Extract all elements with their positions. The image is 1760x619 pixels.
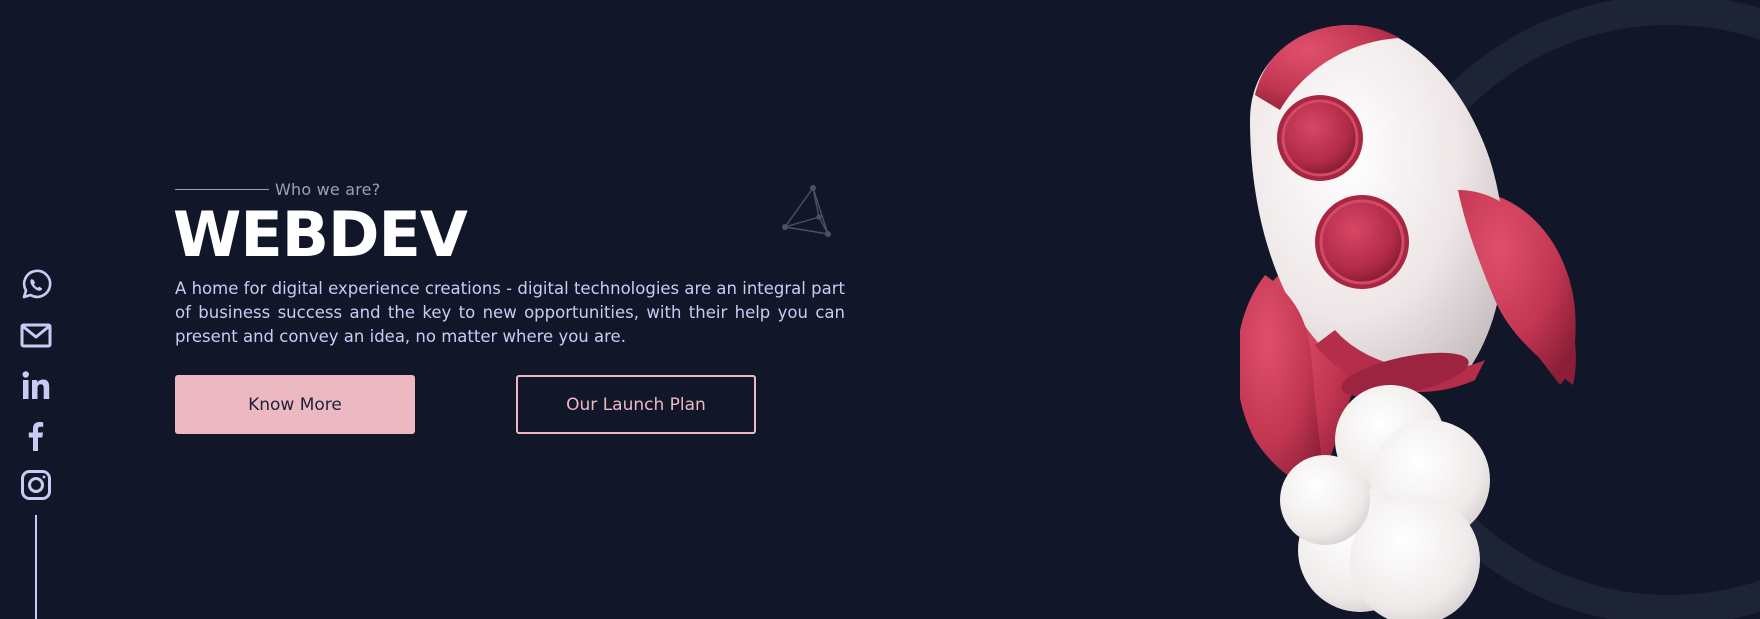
hero-section: Who we are? WEBDEV A home for digital ex…	[0, 0, 1760, 619]
whatsapp-link[interactable]	[19, 268, 53, 302]
instagram-icon	[21, 470, 51, 500]
pyramid-icon	[782, 185, 831, 237]
rocket-illustration	[1240, 0, 1760, 619]
social-divider-line	[35, 515, 37, 619]
mail-icon	[20, 323, 52, 348]
eyebrow-rule	[175, 189, 269, 190]
facebook-icon	[28, 422, 44, 451]
know-more-button[interactable]: Know More	[175, 375, 415, 434]
hero-title: WEBDEV	[173, 198, 468, 271]
instagram-link[interactable]	[19, 468, 53, 502]
social-sidebar	[18, 268, 54, 502]
launch-plan-button[interactable]: Our Launch Plan	[516, 375, 756, 434]
linkedin-link[interactable]	[19, 368, 53, 402]
hero-description: A home for digital experience creations …	[175, 279, 845, 346]
whatsapp-icon	[22, 269, 52, 299]
mail-link[interactable]	[19, 318, 53, 352]
facebook-link[interactable]	[19, 418, 53, 452]
linkedin-icon	[22, 371, 50, 399]
